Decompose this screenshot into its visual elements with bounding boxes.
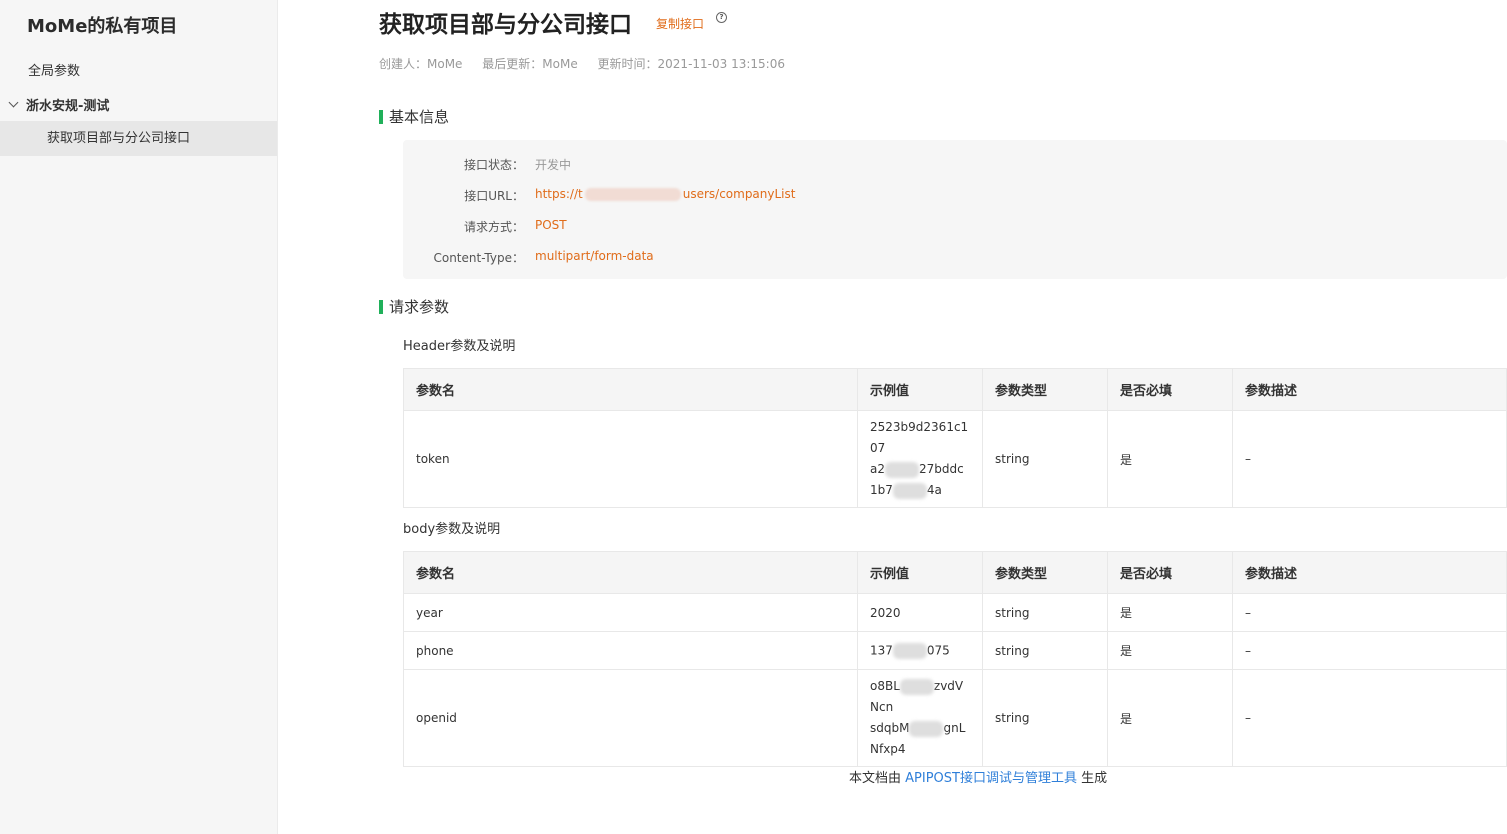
param-name: token — [403, 410, 858, 508]
url-suffix: users/companyList — [682, 187, 796, 201]
header-params-title: Header参数及说明 — [403, 339, 516, 354]
table-row: openid o8BL zvdVNcn sdqbM gnLNfxp4 string 是… — [403, 669, 1507, 767]
redacted-mask — [892, 642, 927, 659]
table-row: token 2523b9d2361c107 a2 27bddc 1b7 4a strin… — [403, 410, 1507, 508]
param-type: string — [982, 631, 1108, 670]
footer: 本文档由 APIPOST接口调试与管理工具 生成 — [849, 767, 1107, 786]
content-type-label: Content-Type： — [433, 251, 524, 265]
col-param-name: 参数名 — [403, 551, 858, 594]
col-param-name: 参数名 — [403, 368, 858, 411]
sidebar: MoMe的私有项目 全局参数 浙水安规-测试 获取项目部与分公司接口 — [0, 0, 278, 834]
param-name: openid — [403, 669, 858, 767]
basic-info-panel: 接口状态： 开发中 接口URL： https://t users/companyL… — [403, 140, 1507, 279]
example-part: o8BL — [870, 679, 900, 693]
copy-api-link[interactable]: 复制接口 — [656, 15, 704, 32]
footer-prefix: 本文档由 — [849, 771, 902, 786]
col-description: 参数描述 — [1232, 368, 1507, 411]
url-label: 接口URL： — [464, 189, 524, 203]
url-prefix: https://t — [535, 187, 583, 201]
param-required: 是 — [1107, 631, 1233, 670]
param-required: 是 — [1107, 593, 1233, 632]
body-params-table: 参数名 示例值 参数类型 是否必填 参数描述 year 2020 string … — [403, 551, 1507, 767]
updated-time: 更新时间：2021-11-03 13:15:06 — [597, 57, 785, 71]
content-type-value: multipart/form-data — [535, 249, 654, 263]
param-description: – — [1232, 669, 1507, 767]
param-description: – — [1232, 631, 1507, 670]
col-required: 是否必填 — [1107, 551, 1233, 594]
header-params-table: 参数名 示例值 参数类型 是否必填 参数描述 token 2523b9d2361… — [403, 368, 1507, 508]
status-value: 开发中 — [535, 158, 572, 172]
page-title: 获取项目部与分公司接口 — [379, 12, 632, 38]
param-type: string — [982, 669, 1108, 767]
col-example: 示例值 — [857, 551, 983, 594]
help-icon[interactable]: ? — [716, 12, 727, 23]
param-required: 是 — [1107, 410, 1233, 508]
table-row: phone 137 075 string 是 – — [403, 631, 1507, 670]
method-value: POST — [535, 218, 567, 232]
example-line: 1b7 — [870, 483, 893, 497]
param-example: 2020 — [857, 593, 983, 632]
example-line: 2523b9d2361c107 — [870, 420, 969, 455]
basic-info-heading-text: 基本信息 — [389, 108, 450, 126]
redacted-mask — [584, 188, 681, 201]
col-type: 参数类型 — [982, 551, 1108, 594]
redacted-mask — [892, 482, 927, 499]
method-label: 请求方式： — [463, 220, 524, 234]
param-description: – — [1232, 593, 1507, 632]
param-example: 137 075 — [857, 631, 983, 670]
param-name: phone — [403, 631, 858, 670]
col-required: 是否必填 — [1107, 368, 1233, 411]
example-line: a2 — [870, 462, 885, 476]
example-line: 27bddc — [919, 462, 964, 476]
example-part: sdqbM — [870, 721, 910, 735]
redacted-mask — [885, 461, 919, 478]
request-params-heading: 请求参数 — [379, 296, 449, 317]
sidebar-folder-label: 浙水安规-测试 — [26, 99, 110, 114]
status-label: 接口状态： — [463, 158, 524, 172]
example-line: 4a — [926, 483, 942, 497]
url-value[interactable]: https://t users/companyList — [535, 187, 795, 201]
param-required: 是 — [1107, 669, 1233, 767]
sidebar-item-global-params[interactable]: 全局参数 — [28, 60, 80, 79]
param-description: – — [1232, 410, 1507, 508]
param-type: string — [982, 593, 1108, 632]
footer-suffix: 生成 — [1081, 771, 1108, 786]
redacted-mask — [909, 720, 944, 737]
param-example: o8BL zvdVNcn sdqbM gnLNfxp4 — [857, 669, 983, 767]
table-row: year 2020 string 是 – — [403, 593, 1507, 632]
request-params-heading-text: 请求参数 — [389, 298, 450, 316]
doc-meta: 创建人：MoMe 最后更新：MoMe 更新时间：2021-11-03 13:15… — [379, 55, 801, 72]
col-description: 参数描述 — [1232, 551, 1507, 594]
apipost-link[interactable]: APIPOST接口调试与管理工具 — [905, 771, 1077, 786]
param-name: year — [403, 593, 858, 632]
last-updater: 最后更新：MoMe — [482, 57, 578, 71]
chevron-down-icon[interactable] — [8, 97, 19, 108]
example-part: 075 — [926, 643, 950, 657]
col-example: 示例值 — [857, 368, 983, 411]
section-marker — [379, 109, 383, 124]
body-params-title: body参数及说明 — [403, 522, 501, 537]
table-header-row: 参数名 示例值 参数类型 是否必填 参数描述 — [403, 551, 1507, 594]
project-title: MoMe的私有项目 — [27, 16, 178, 37]
param-example: 2523b9d2361c107 a2 27bddc 1b7 4a — [857, 410, 983, 508]
sidebar-item-active[interactable]: 获取项目部与分公司接口 — [0, 121, 277, 156]
redacted-mask — [899, 678, 934, 695]
table-header-row: 参数名 示例值 参数类型 是否必填 参数描述 — [403, 368, 1507, 411]
param-type: string — [982, 410, 1108, 508]
basic-info-heading: 基本信息 — [379, 106, 449, 127]
sidebar-folder[interactable]: 浙水安规-测试 — [8, 95, 109, 114]
creator: 创建人：MoMe — [379, 57, 463, 71]
section-marker — [379, 299, 383, 314]
col-type: 参数类型 — [982, 368, 1108, 411]
example-part: 137 — [870, 643, 893, 657]
